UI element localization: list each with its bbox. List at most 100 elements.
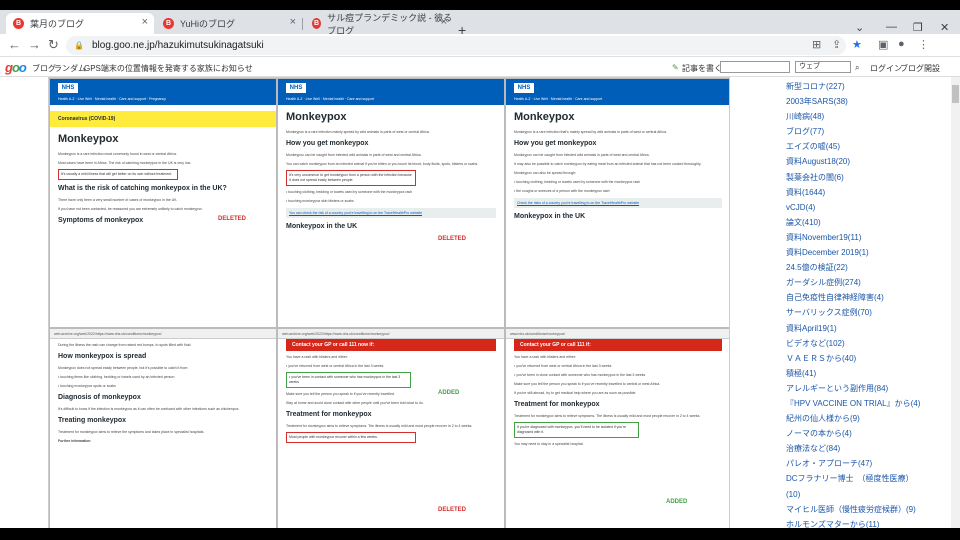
category-link[interactable]: 資料November19(11) (786, 230, 946, 245)
panel-text: Treatment for monkeypox aims to relieve … (58, 430, 205, 434)
login-link[interactable]: ログイン (870, 63, 902, 74)
goo-logo[interactable]: goo (5, 60, 27, 75)
category-link[interactable]: ガーダシル症例(274) (786, 275, 946, 290)
panel-text: Further information (58, 439, 91, 443)
goo-blog-bar: goo ブログ ランダム GPS端末の位置情報を発寄する家族にお知らせ ✎ 記事… (0, 57, 960, 77)
added-box: If you're diagnosed with monkeypox, you'… (514, 422, 639, 438)
added-tag: ADDED (438, 390, 460, 396)
panel-heading: What is the risk of catching monkeypox i… (58, 185, 227, 192)
tab-yuhi-blog[interactable]: B YuHiのブログ × (156, 13, 303, 34)
category-link[interactable]: サーバリックス症例(70) (786, 305, 946, 320)
share-icon[interactable]: ⇪ (832, 38, 841, 51)
panel-text: It may also be possible to catch monkeyp… (514, 162, 702, 166)
panel-text: • you've returned from west or central A… (286, 364, 384, 368)
translate-icon[interactable]: ⊞ (812, 38, 821, 51)
tab-monkeypox-blog[interactable]: B サル痘プランデミック説 - 彼るブログ × (305, 13, 453, 36)
minimize-icon[interactable]: — (886, 21, 897, 33)
write-article-link[interactable]: 記事を書く (682, 63, 722, 74)
category-link[interactable]: 資料April19(1) (786, 321, 946, 336)
category-link[interactable]: 紀州の仙人様から(9) (786, 411, 946, 426)
close-tab-icon[interactable]: × (441, 16, 447, 28)
category-link[interactable]: ビデオなど(102) (786, 336, 946, 351)
category-link[interactable]: 新型コロナ(227) (786, 79, 946, 94)
category-link[interactable]: ブログ(77) (786, 124, 946, 139)
goo-favicon-icon: B (13, 18, 24, 29)
bookmark-star-icon[interactable]: ★ (852, 38, 862, 51)
category-sidebar: 新型コロナ(227) 2003年SARS(38) 川崎病(48) ブログ(77) エイズ… (786, 79, 946, 532)
more-menu-icon[interactable]: ⋮ (918, 38, 929, 51)
panel-text: If you have not been contacted, be reass… (58, 207, 203, 211)
panel-text: Monkeypox can be caught from infected wi… (514, 153, 650, 157)
category-link[interactable]: アレルギーという副作用(84) (786, 381, 946, 396)
category-link[interactable]: エイズの嘘(45) (786, 139, 946, 154)
category-link[interactable]: 治療法など(84) (786, 441, 946, 456)
category-link[interactable]: 『HPV VACCINE ON TRIAL』から(4) (786, 396, 946, 411)
category-link[interactable]: 自己免疫性自律神経障害(4) (786, 290, 946, 305)
back-icon[interactable]: ← (8, 37, 21, 52)
search-icon[interactable]: ⌕ (855, 63, 859, 73)
panel-text: Make sure you tell the person you speak … (514, 382, 661, 386)
goo-link-blog[interactable]: ブログ (32, 63, 56, 74)
panel-text: Monkeypox is a rare infection mainly spr… (286, 130, 430, 134)
panel-text: • touching clothing, bedding or towels u… (286, 190, 413, 194)
contact-gp-bar: Contact your GP or call 111 now if: (286, 339, 496, 351)
category-link[interactable]: 24.5億の検証(22) (786, 260, 946, 275)
blog-start-link[interactable]: ブログ開設 (900, 63, 940, 74)
goo-link-notice[interactable]: GPS端末の位置情報を発寄する家族にお知らせ (84, 63, 253, 74)
forward-icon[interactable]: → (28, 37, 41, 52)
close-tab-icon[interactable]: × (142, 16, 148, 28)
nhs-panel-mid-2: web.archive.org/web/2022/https://www.nhs… (277, 328, 505, 539)
category-link[interactable]: (10) (786, 487, 946, 502)
panel-text: Monkeypox is a rare infection that's mai… (514, 130, 667, 134)
deleted-box: Most people with monkeypox recover withi… (286, 432, 416, 443)
nhs-header: NHS Health A-Z · Live Well · Mental healt… (50, 79, 276, 105)
category-link[interactable]: 資料(1644) (786, 185, 946, 200)
category-link[interactable]: マイヒル医師（慢性疲労症候群）(9) (786, 502, 946, 517)
category-link[interactable]: DCフラナリー博士 （極度性医療） (786, 471, 946, 486)
close-tab-icon[interactable]: × (290, 16, 296, 28)
tab-search-chevron-icon[interactable]: ⌄ (855, 21, 864, 34)
deleted-box: It's usually a mild illness that will ge… (58, 169, 178, 180)
category-link[interactable]: 資料August18(20) (786, 154, 946, 169)
page-scrollbar[interactable] (951, 77, 960, 540)
category-link[interactable]: 2003年SARS(38) (786, 94, 946, 109)
profile-avatar-icon[interactable]: ● (898, 38, 905, 50)
search-scope-select[interactable]: ウェブ (795, 61, 851, 73)
nhs-menu: Health A-Z · Live Well · Mental health ·… (514, 97, 603, 101)
deleted-tag: DELETED (438, 507, 467, 513)
panel-text: Monkeypox can also be spread through: (514, 171, 577, 175)
pencil-icon: ✎ (672, 63, 679, 72)
restore-icon[interactable]: ❐ (913, 21, 923, 34)
category-link[interactable]: 川崎病(48) (786, 109, 946, 124)
scrollbar-thumb[interactable] (952, 85, 959, 103)
lock-icon: 🔒 (74, 41, 84, 50)
goo-link-random[interactable]: ランダム (54, 63, 86, 74)
deleted-box: It's very uncommon to get monkeypox from… (286, 170, 416, 186)
panel-text: Most cases have been in Africa. The risk… (58, 161, 191, 165)
category-link[interactable]: ＶＡＥＲＳから(40) (786, 351, 946, 366)
close-window-icon[interactable]: ✕ (940, 21, 949, 34)
archive-url-bar: www.nhs.uk/conditions/monkeypox/ (506, 329, 729, 339)
sidebar-icon[interactable]: ▣ (878, 38, 888, 51)
category-link[interactable]: 論文(410) (786, 215, 946, 230)
panel-text: • you've been in close contact with some… (514, 373, 646, 377)
category-link[interactable]: vCJD(4) (786, 200, 946, 215)
panel-text: Stay at home and avoid close contact wit… (286, 401, 424, 405)
panel-heading: Treatment for monkeypox (514, 401, 600, 408)
tab-strip: B 葉月のブログ × B YuHiのブログ × B サル痘プランデミック説 - … (0, 10, 960, 38)
deleted-tag: DELETED (438, 236, 467, 242)
archive-url-bar: web.archive.org/web/2022/https://www.nhs… (278, 329, 504, 339)
reload-icon[interactable]: ↻ (48, 37, 59, 53)
nhs-header: NHS Health A-Z · Live Well · Mental healt… (278, 79, 504, 105)
goo-search-input[interactable] (720, 61, 790, 73)
tab-hazuki-blog[interactable]: B 葉月のブログ × (6, 13, 154, 34)
category-link[interactable]: 製薬会社の闇(6) (786, 170, 946, 185)
embedded-video[interactable]: NHS Health A-Z · Live Well · Mental healt… (48, 77, 730, 540)
panel-text: You may need to stay in a specialist hos… (514, 442, 584, 446)
panel-text: Monkeypox can be caught from infected wi… (286, 153, 422, 157)
category-link[interactable]: ノーマの本から(4) (786, 426, 946, 441)
address-bar[interactable]: 🔒 blog.goo.ne.jp/hazukimutsukinagatsuki (66, 36, 846, 55)
category-link[interactable]: 積極(41) (786, 366, 946, 381)
category-link[interactable]: 資料December 2019(1) (786, 245, 946, 260)
category-link[interactable]: パレオ・アプローチ(47) (786, 456, 946, 471)
